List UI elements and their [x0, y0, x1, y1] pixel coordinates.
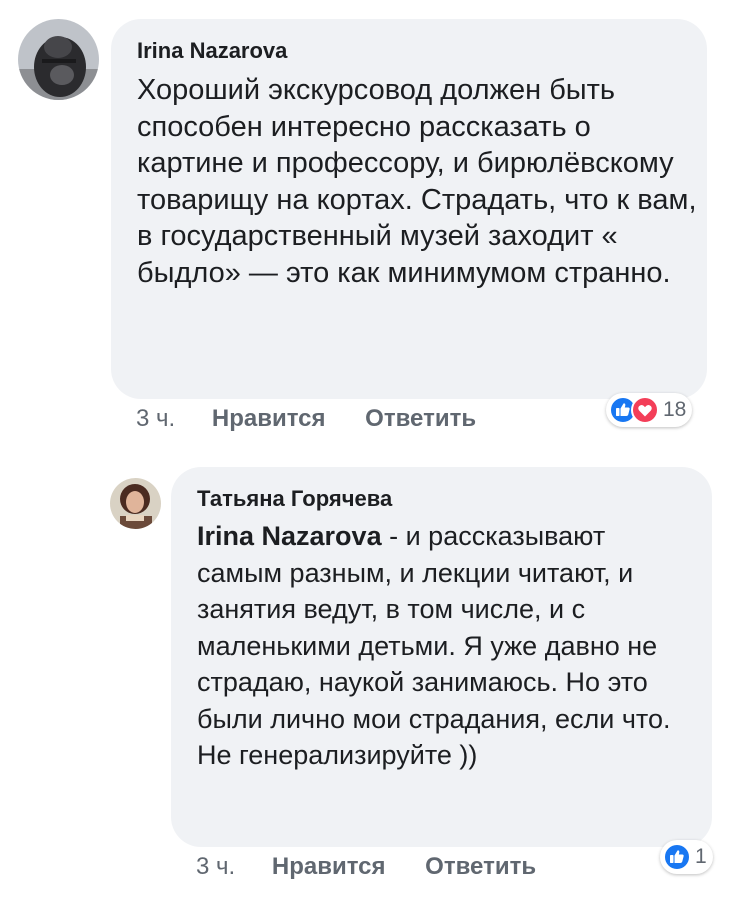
timestamp[interactable]: 3 ч. [136, 405, 175, 432]
comment-text: Хороший экскурсовод должен быть способен… [137, 74, 697, 289]
reply-body: - и рассказывают самым разным, и лекции … [197, 521, 671, 770]
comment-author[interactable]: Irina Nazarova [137, 36, 681, 66]
comment-thread: Irina Nazarova Хороший экскурсовод долже… [0, 0, 745, 909]
reply-button[interactable]: Ответить [365, 405, 476, 432]
like-button[interactable]: Нравится [272, 853, 386, 880]
reaction-count: 18 [663, 398, 687, 421]
reactions-summary[interactable]: 18 [606, 393, 693, 427]
like-button[interactable]: Нравится [212, 405, 326, 432]
avatar[interactable] [18, 19, 99, 100]
avatar[interactable] [110, 478, 161, 529]
comment-bubble: Irina Nazarova Хороший экскурсовод долже… [111, 19, 707, 399]
mention-link[interactable]: Irina Nazarova [197, 521, 382, 551]
reply-button[interactable]: Ответить [425, 853, 536, 880]
reply-bubble: Татьяна Горячева Irina Nazarova - и расс… [171, 467, 712, 847]
comment-actions: 3 ч. Нравится Ответить [136, 405, 476, 433]
timestamp[interactable]: 3 ч. [196, 853, 235, 880]
comment-text: Irina Nazarova - и рассказывают самым ра… [197, 518, 697, 774]
reactions-summary[interactable]: 1 [660, 840, 713, 874]
comment-author[interactable]: Татьяна Горячева [197, 484, 688, 514]
like-icon [663, 843, 691, 871]
comment-actions: 3 ч. Нравится Ответить [196, 853, 536, 881]
reaction-count: 1 [695, 845, 707, 868]
love-icon [631, 396, 659, 424]
